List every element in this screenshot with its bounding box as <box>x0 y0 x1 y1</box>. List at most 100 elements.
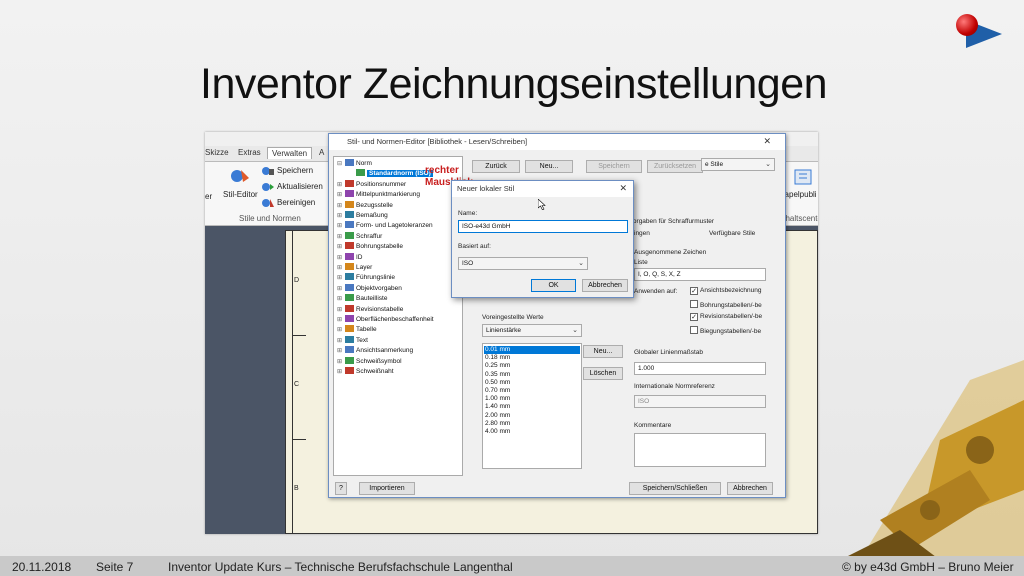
check-view-text: Ansichtsbezeichnung <box>700 287 762 294</box>
list-item[interactable]: 4.00 mm <box>485 428 510 436</box>
ok-button[interactable]: OK <box>531 279 576 292</box>
tree-item[interactable]: ⊟ Norm <box>337 159 372 169</box>
checkbox-hole[interactable] <box>690 300 698 308</box>
tree-expander-icon[interactable]: ⊞ <box>337 202 345 209</box>
cancel-button[interactable]: Abbrechen <box>727 482 773 495</box>
name-label: Name: <box>458 210 478 217</box>
style-category-icon <box>356 169 365 177</box>
list-item[interactable]: 2.00 mm <box>485 412 510 420</box>
tree-item[interactable]: ⊞ Tabelle <box>337 325 377 335</box>
tree-expander-icon[interactable]: ⊞ <box>337 233 345 240</box>
tab-ingen[interactable]: ingen <box>634 230 650 237</box>
tree-expander-icon[interactable]: ⊞ <box>337 358 345 365</box>
tree-expander-icon[interactable]: ⊞ <box>337 264 345 271</box>
new-button[interactable]: Neu... <box>525 160 573 173</box>
check-bend-table[interactable]: Biegungstabellen/-be <box>690 326 761 335</box>
tree-expander-icon[interactable]: ⊞ <box>337 191 345 198</box>
check-hole-table[interactable]: Bohrungstabellen/-be <box>690 300 762 309</box>
list-item[interactable]: 0.18 mm <box>485 354 510 362</box>
list-item[interactable]: 0.25 mm <box>485 362 510 370</box>
tree-expander-icon[interactable]: ⊞ <box>337 285 345 292</box>
tree-expander-icon[interactable]: ⊞ <box>337 243 345 250</box>
save-close-button[interactable]: Speichern/Schließen <box>629 482 721 495</box>
tree-item[interactable]: ⊞ Text <box>337 335 368 346</box>
tree-item[interactable]: ⊞ Bohrungstabelle <box>337 242 403 252</box>
list-item[interactable]: 0.01 mm <box>484 346 580 354</box>
tree-expander-icon[interactable]: ⊟ <box>337 160 345 167</box>
tab-extras[interactable]: Extras <box>238 148 261 157</box>
save-button[interactable]: Speichern <box>586 160 642 173</box>
check-revision-table[interactable]: ✓ Revisionstabellen/-be <box>690 313 762 321</box>
chevron-down-icon: ⌄ <box>765 161 771 168</box>
tree-expander-icon[interactable]: ⊞ <box>337 337 345 344</box>
tree-item[interactable]: ⊞ Objektvorgaben <box>337 283 402 294</box>
list-item[interactable]: 2.80 mm <box>485 420 510 428</box>
zone-c: C <box>294 381 300 388</box>
tree-expander-icon[interactable]: ⊞ <box>337 347 345 354</box>
check-view-label[interactable]: ✓ Ansichtsbezeichnung <box>690 287 761 295</box>
tab-a[interactable]: A <box>319 148 324 157</box>
tree-item[interactable]: ⊞ Schweißnaht <box>337 367 394 377</box>
add-value-button[interactable]: Neu... <box>583 345 623 358</box>
aktualisieren-button[interactable]: Aktualisieren <box>277 182 323 191</box>
defaults-type-select[interactable]: Linienstärke ⌄ <box>482 324 582 337</box>
tree-expander-icon[interactable]: ⊞ <box>337 316 345 323</box>
speichern-button[interactable]: Speichern <box>277 166 313 175</box>
close-icon[interactable]: ✕ <box>763 136 771 147</box>
tree-item-label: Layer <box>356 264 373 271</box>
back-button[interactable]: Zurück <box>472 160 520 173</box>
name-input[interactable]: ISO-e43d GmbH <box>458 220 628 233</box>
tree-item[interactable]: ⊞ ID <box>337 252 363 263</box>
tab-skizze[interactable]: Skizze <box>205 148 229 157</box>
tree-item[interactable]: ⊞ Bezugsstelle <box>337 200 393 211</box>
list-item[interactable]: 1.00 mm <box>485 395 510 403</box>
tree-item[interactable]: ⊞ Schraffur <box>337 231 382 242</box>
tree-item[interactable]: ⊞ Ansichtsanmerkung <box>337 346 413 356</box>
tree-expander-icon[interactable]: ⊞ <box>337 295 345 302</box>
tree-expander-icon[interactable]: ⊞ <box>337 326 345 333</box>
checkbox-bend[interactable] <box>690 326 698 334</box>
reset-button[interactable]: Zurücksetzen <box>647 160 703 173</box>
tree-item[interactable]: ⊞ Mittelpunktmarkierung <box>337 190 420 200</box>
excluded-chars-input[interactable]: I, O, Q, S, X, Z <box>634 268 766 281</box>
tree-item[interactable]: Standardnorm (ISO) <box>348 169 433 179</box>
tree-item[interactable]: ⊞ Revisionstabelle <box>337 304 403 315</box>
list-item[interactable]: 0.35 mm <box>485 371 510 379</box>
tree-item[interactable]: ⊞ Oberflächenbeschaffenheit <box>337 315 434 325</box>
tab-verfuegbare-stile[interactable]: Verfügbare Stile <box>709 230 755 237</box>
tree-expander-icon[interactable]: ⊞ <box>337 368 345 375</box>
comments-textarea[interactable] <box>634 433 766 467</box>
delete-value-button[interactable]: Löschen <box>583 367 623 380</box>
based-on-select[interactable]: ISO ⌄ <box>458 257 588 270</box>
checkbox-revision[interactable]: ✓ <box>690 313 698 321</box>
help-button[interactable]: ? <box>335 482 347 495</box>
tree-expander-icon[interactable]: ⊞ <box>337 306 345 313</box>
stil-editor-button[interactable]: Stil-Editor <box>223 190 258 199</box>
tree-item[interactable]: ⊞ Positionsnummer <box>337 179 406 190</box>
tree-expander-icon[interactable]: ⊞ <box>337 181 345 188</box>
chevron-down-icon: ⌄ <box>578 260 584 267</box>
list-item[interactable]: 0.70 mm <box>485 387 510 395</box>
tree-expander-icon[interactable]: ⊞ <box>337 274 345 281</box>
bereinigen-button[interactable]: Bereinigen <box>277 198 315 207</box>
tree-item[interactable]: ⊞ Layer <box>337 263 372 273</box>
tree-item[interactable]: ⊞ Führungslinie <box>337 273 395 283</box>
list-item[interactable]: 0.50 mm <box>485 379 510 387</box>
style-filter-select[interactable]: e Stile ⌄ <box>701 158 775 171</box>
tree-item[interactable]: ⊞ Bauteilliste <box>337 294 387 304</box>
tree-item[interactable]: ⊞ Form- und Lagetoleranzen <box>337 221 433 231</box>
tree-expander-icon[interactable]: ⊞ <box>337 254 345 261</box>
tree-item[interactable]: ⊞ Bemaßung <box>337 211 388 221</box>
import-button[interactable]: Importieren <box>359 482 415 495</box>
defaults-listbox[interactable]: 0.01 mm 0.18 mm 0.25 mm 0.35 mm 0.50 mm 0.70 … <box>482 343 582 469</box>
global-scale-input[interactable]: 1.000 <box>634 362 766 375</box>
close-icon[interactable]: ✕ <box>619 183 627 194</box>
popup-cancel-button[interactable]: Abbrechen <box>582 279 628 292</box>
tab-verwalten[interactable]: Verwalten <box>267 147 313 159</box>
tree-expander-icon[interactable]: ⊞ <box>337 222 345 229</box>
list-item[interactable]: 1.40 mm <box>485 403 510 411</box>
logo-ball <box>956 14 978 36</box>
tree-item[interactable]: ⊞ Schweißsymbol <box>337 356 402 367</box>
tree-expander-icon[interactable]: ⊞ <box>337 212 345 219</box>
checkbox-view[interactable]: ✓ <box>690 287 698 295</box>
